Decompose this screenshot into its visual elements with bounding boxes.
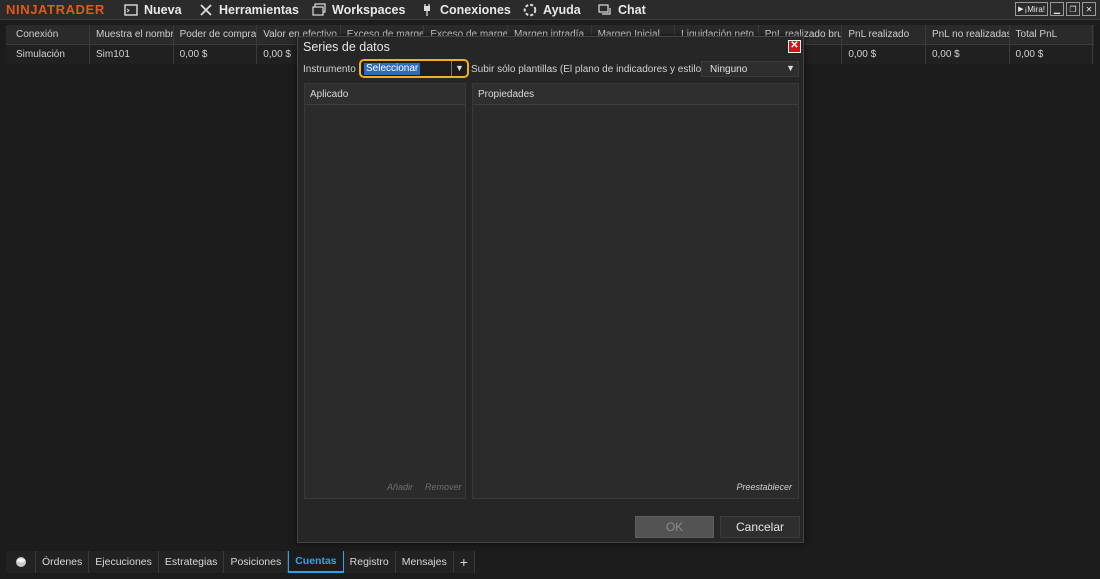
dialog-close-button[interactable]: ✕	[788, 40, 801, 53]
column-header[interactable]: Muestra el nombr	[90, 25, 174, 44]
chat-icon	[598, 4, 611, 15]
tab-estrategias[interactable]: Estrategias	[158, 551, 225, 573]
menu-herramientas[interactable]: Herramientas	[199, 0, 299, 20]
table-cell: 0,00 $	[842, 45, 926, 64]
add-button[interactable]: Añadir	[387, 482, 413, 492]
menu-label: Nueva	[144, 3, 182, 17]
template-value: Ninguno	[710, 64, 748, 75]
template-label: Subir sólo plantillas (El plano de indic…	[471, 64, 705, 75]
watch-video-button[interactable]: ▶ ¡Mira!	[1015, 2, 1048, 16]
restore-icon: ❐	[1069, 4, 1077, 14]
menu-ayuda[interactable]: Ayuda	[523, 0, 581, 20]
menu-label: Conexiones	[440, 3, 511, 17]
close-icon: ✕	[790, 40, 799, 51]
cancel-button[interactable]: Cancelar	[720, 516, 800, 538]
column-header[interactable]: PnL no realizadas	[926, 25, 1010, 44]
dialog-title: Series de datos	[303, 40, 390, 54]
close-icon: ✕	[1085, 4, 1093, 14]
menu-label: Workspaces	[332, 3, 406, 17]
menu-chat[interactable]: Chat	[598, 0, 646, 20]
ninjatrader-logo: NINJATRADER	[6, 2, 105, 17]
column-header[interactable]: Poder de compra	[174, 25, 258, 44]
close-window-button[interactable]: ✕	[1082, 2, 1096, 16]
menu-nueva[interactable]: Nueva	[124, 0, 182, 20]
instrument-label: Instrumento	[303, 64, 356, 75]
menu-workspaces[interactable]: Workspaces	[312, 0, 405, 20]
play-icon: ▶	[1018, 6, 1024, 13]
plug-icon	[424, 4, 430, 16]
window-icon	[124, 4, 138, 16]
table-cell: Sim101	[90, 45, 174, 64]
properties-header: Propiedades	[473, 84, 798, 105]
tab-ejecuciones[interactable]: Ejecuciones	[89, 551, 159, 573]
template-select[interactable]: Ninguno ▼	[701, 61, 799, 77]
window-controls: ▶ ¡Mira! ▁ ❐ ✕	[1015, 2, 1096, 16]
globe-icon	[15, 557, 26, 567]
table-cell: Simulación	[6, 45, 90, 64]
tab-posiciones[interactable]: Posiciones	[224, 551, 289, 573]
tab-registro[interactable]: Registro	[343, 551, 396, 573]
properties-panel: Propiedades Preestablecer	[472, 83, 799, 499]
tab-mensajes[interactable]: Mensajes	[395, 551, 454, 573]
add-tab-button[interactable]: +	[453, 551, 475, 573]
restore-button[interactable]: ❐	[1066, 2, 1080, 16]
table-cell: 0,00 $	[1010, 45, 1094, 64]
applied-panel: Aplicado Añadir Remover	[304, 83, 466, 499]
tab-menu-button[interactable]	[6, 551, 36, 573]
tab-cuentas[interactable]: Cuentas	[288, 551, 344, 573]
workspaces-icon	[312, 3, 326, 16]
menu-conexiones[interactable]: Conexiones	[420, 0, 511, 20]
chevron-down-icon: ▼	[786, 63, 795, 73]
column-header[interactable]: PnL realizado	[842, 25, 926, 44]
menu-bar: NINJATRADER Nueva Herramientas Workspace…	[0, 0, 1100, 20]
watch-label: ¡Mira!	[1024, 4, 1045, 14]
chevron-down-icon: ▼	[451, 61, 467, 76]
applied-list[interactable]	[305, 106, 465, 478]
table-cell: 0,00 $	[174, 45, 258, 64]
instrument-value: Seleccionar	[364, 63, 421, 75]
tab-ordenes[interactable]: Órdenes	[36, 551, 90, 573]
column-header[interactable]: Total PnL	[1010, 25, 1094, 44]
tools-icon	[200, 4, 212, 16]
minimize-button[interactable]: ▁	[1050, 2, 1064, 16]
bottom-tabs: Órdenes Ejecuciones Estrategias Posiciones C…	[6, 551, 475, 573]
table-cell: 0,00 $	[926, 45, 1010, 64]
app-window: NINJATRADER Nueva Herramientas Workspace…	[0, 0, 1100, 579]
minimize-icon: ▁	[1053, 4, 1061, 14]
column-header[interactable]: Conexión	[6, 25, 90, 44]
ok-button[interactable]: OK	[635, 516, 714, 538]
data-series-dialog: Series de datos ✕ Instrumento Selecciona…	[297, 36, 804, 543]
preset-button[interactable]: Preestablecer	[736, 482, 792, 492]
remove-button[interactable]: Remover	[425, 482, 462, 492]
menu-label: Herramientas	[219, 3, 299, 17]
lifebuoy-icon	[523, 3, 537, 17]
instrument-select[interactable]: Seleccionar ▼	[359, 59, 469, 78]
menu-label: Chat	[618, 3, 646, 17]
menu-label: Ayuda	[543, 3, 581, 17]
applied-header: Aplicado	[305, 84, 465, 105]
